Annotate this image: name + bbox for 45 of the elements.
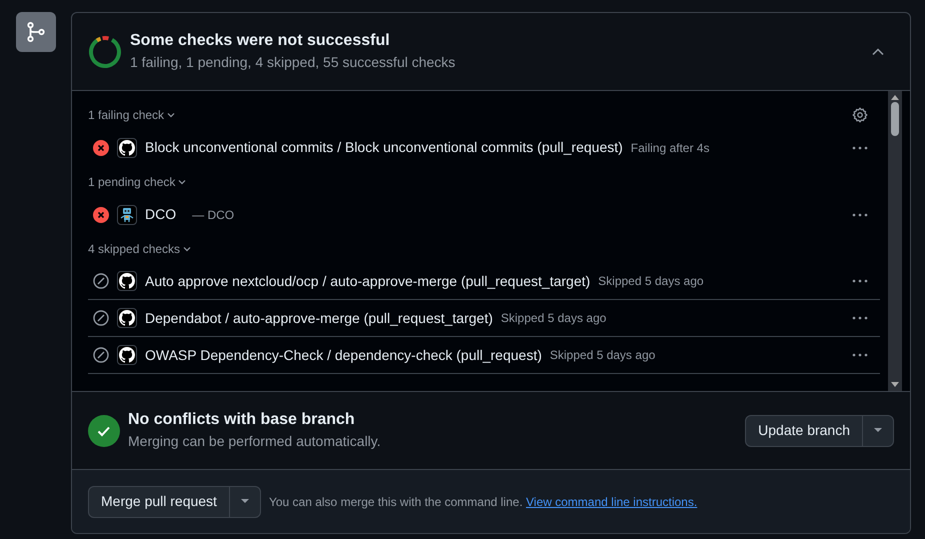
checks-title: Some checks were not successful [130,31,391,51]
github-avatar-icon [117,345,137,365]
group-toggle[interactable]: 4 skipped checks [88,240,192,258]
scroll-up-icon[interactable] [891,94,899,100]
robot-avatar-icon [117,204,137,224]
skipped-icon [93,347,109,363]
command-line-link[interactable]: View command line instructions. [526,494,698,508]
group-toggle[interactable]: 1 failing check [88,106,176,124]
skipped-icon [93,310,109,326]
group-toggle[interactable]: 1 pending check [88,173,186,191]
check-name[interactable]: OWASP Dependency-Check / dependency-check (pull_request) [145,344,542,366]
scrollbar[interactable] [888,91,902,391]
github-avatar-icon [117,308,137,328]
check-detail: Skipped 5 days ago [500,310,606,327]
skipped-icon [93,273,109,289]
progress-ring-icon [88,34,122,68]
more-options-icon[interactable] [852,316,868,320]
failure-icon [93,140,109,156]
chevron-icon [167,112,176,118]
checks-summary: 1 failing, 1 pending, 4 skipped, 55 successful checks [130,53,456,72]
check-name[interactable]: Dependabot / auto-approve-merge (pull_request_target) [145,308,493,328]
check-name[interactable]: Auto approve nextcloud/ocp / auto-approve-merge (pull_request_target) [145,270,590,292]
settings-icon[interactable] [852,107,868,123]
check-detail: Skipped 5 days ago [598,273,704,290]
check-name[interactable]: DCO [145,204,176,225]
failure-icon [93,206,109,222]
more-options-icon[interactable] [852,353,868,357]
merge-hint: You can also merge this with the command line. View command line instructions. [268,494,698,510]
github-avatar-icon [117,271,137,291]
check-detail: — DCO [192,206,234,224]
more-options-icon[interactable] [852,146,868,150]
success-check-icon [88,414,120,446]
chevron-icon [183,246,192,252]
conflicts-title: No conflicts with base branch [128,410,356,430]
scroll-thumb[interactable] [891,102,899,136]
conflicts-subtitle: Merging can be performed automatically. [128,432,382,451]
more-options-icon[interactable] [852,212,868,216]
chevron-icon [178,179,186,185]
scroll-down-icon[interactable] [891,382,899,388]
check-name[interactable]: Block unconventional commits / Block unconventional commits (pull_request) [145,137,623,158]
check-detail: Failing after 4s [630,140,710,156]
github-avatar-icon [117,138,137,158]
branch-icon [16,12,56,52]
more-options-icon[interactable] [852,279,868,283]
check-detail: Skipped 5 days ago [550,347,656,364]
